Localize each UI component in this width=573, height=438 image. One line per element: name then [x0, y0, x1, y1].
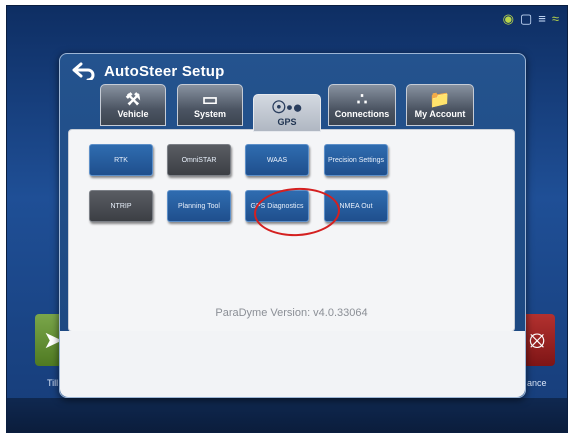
dialog-footer — [60, 331, 525, 397]
monitor-icon: ▭ — [201, 90, 219, 109]
gps-diagnostics-button[interactable]: GPS Diagnostics — [245, 190, 309, 222]
tab-label: GPS — [277, 117, 297, 127]
omnistar-button[interactable]: OmniSTAR — [167, 144, 231, 176]
steering-wheel-icon: ⦻ — [529, 326, 545, 353]
waas-button[interactable]: WAAS — [245, 144, 309, 176]
tractor-icon: ⚒ — [125, 90, 141, 109]
satellite-icon: ☉•● — [271, 98, 303, 117]
rtk-button[interactable]: RTK — [89, 144, 153, 176]
precision-settings-button[interactable]: Precision Settings — [324, 144, 388, 176]
tillage-app-label: Till — [47, 378, 59, 388]
tab-my-account[interactable]: 📁 My Account — [406, 84, 474, 126]
tab-label: System — [193, 109, 227, 119]
back-arrow-icon[interactable] — [72, 62, 96, 80]
tab-vehicle[interactable]: ⚒ Vehicle — [100, 84, 166, 126]
gps-settings-panel: RTK OmniSTAR WAAS Precision Settings NTR… — [68, 129, 515, 332]
dialog-header: AutoSteer Setup — [72, 62, 225, 80]
tab-gps[interactable]: ☉•● GPS — [253, 94, 321, 132]
tab-connections[interactable]: ∴ Connections — [328, 84, 396, 126]
satellite-status-icon: ◉ — [502, 11, 514, 26]
bottom-bar — [7, 398, 567, 432]
autosteer-setup-dialog: AutoSteer Setup ⚒ Vehicle ▭ System ☉•● G… — [59, 53, 526, 398]
tab-system[interactable]: ▭ System — [177, 84, 243, 126]
status-bar: ◉ ▢ ≡ ≈ — [503, 12, 559, 26]
version-label: ParaDyme Version: v4.0.33064 — [215, 307, 368, 319]
tab-label: My Account — [414, 109, 466, 119]
tab-label: Connections — [334, 109, 390, 119]
nmea-out-button[interactable]: NMEA Out — [324, 190, 388, 222]
network-icon: ∴ — [356, 90, 368, 109]
ntrip-button[interactable]: NTRIP — [89, 190, 153, 222]
guidance-app-label: ance — [527, 378, 547, 388]
folder-icon: 📁 — [429, 90, 451, 109]
tab-label: Vehicle — [117, 109, 149, 119]
signal-status-icon: ≈ — [551, 11, 559, 26]
connection-status-icon: ≡ — [538, 11, 546, 26]
window-status-icon: ▢ — [519, 11, 533, 26]
dialog-title: AutoSteer Setup — [104, 62, 225, 80]
planning-tool-button[interactable]: Planning Tool — [167, 190, 231, 222]
